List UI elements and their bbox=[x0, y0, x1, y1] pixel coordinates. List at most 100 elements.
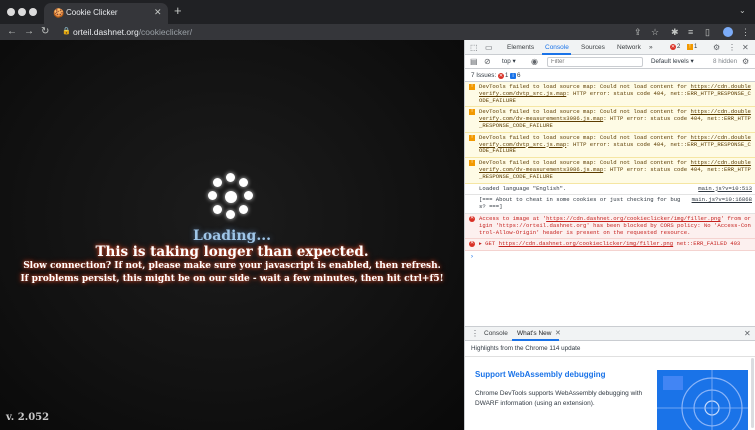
loading-cookie-icon bbox=[205, 171, 257, 223]
issues-info-count: 6 bbox=[517, 72, 521, 79]
forward-arrow-icon[interactable]: → bbox=[24, 25, 34, 39]
whats-new-description: Chrome DevTools supports WebAssembly deb… bbox=[475, 390, 643, 407]
console-messages: ! DevTools failed to load source map: Co… bbox=[465, 82, 755, 262]
console-prompt[interactable]: › bbox=[465, 251, 755, 262]
window-close-button[interactable] bbox=[7, 8, 15, 16]
profile-avatar[interactable] bbox=[723, 27, 733, 37]
log-levels-dropdown[interactable]: Default levels ▾ bbox=[651, 58, 694, 65]
error-circle-icon: ✕ bbox=[469, 241, 475, 248]
message-source-link[interactable]: main.js?v=10:16868 bbox=[692, 197, 752, 204]
lock-icon[interactable]: 🔒 bbox=[62, 27, 71, 35]
console-message-warning[interactable]: ! DevTools failed to load source map: Co… bbox=[465, 82, 755, 108]
console-filter-input[interactable] bbox=[547, 57, 643, 67]
bookmark-star-icon[interactable]: ☆ bbox=[651, 26, 659, 38]
issues-summary[interactable]: 7 Issues: ✕ 1 i6 bbox=[471, 72, 521, 79]
context-select[interactable]: top ▾ bbox=[502, 58, 516, 65]
window-minimize-button[interactable] bbox=[18, 8, 26, 16]
more-tabs-icon[interactable]: » bbox=[649, 44, 653, 51]
issues-info-icon: i bbox=[510, 73, 517, 79]
cookie-favicon-icon: 🍪 bbox=[53, 8, 65, 18]
console-message-warning[interactable]: ! DevTools failed to load source map: Co… bbox=[465, 107, 755, 133]
whats-new-title-link[interactable]: Support WebAssembly debugging bbox=[475, 370, 606, 379]
hidden-messages-count: 8 hidden bbox=[713, 58, 738, 65]
reload-icon[interactable]: ↻ bbox=[41, 25, 49, 39]
tab-console[interactable]: Console bbox=[545, 44, 569, 51]
context-value: top bbox=[502, 58, 511, 65]
slow-loading-line-2: Slow connection? If not, please make sur… bbox=[23, 261, 441, 271]
warning-triangle-icon: ! bbox=[469, 109, 475, 116]
message-source-link[interactable]: main.js?v=10:513 bbox=[698, 185, 752, 193]
tab-network[interactable]: Network bbox=[617, 44, 641, 51]
console-message-log[interactable]: Loaded language "English". main.js?v=10:… bbox=[465, 183, 755, 196]
extensions-puzzle-icon[interactable]: ✱ bbox=[671, 26, 679, 38]
issues-error-badge: ✕ 1 bbox=[497, 73, 509, 79]
kebab-menu-icon[interactable]: ⋮ bbox=[741, 26, 750, 38]
clear-console-icon[interactable]: ⊘ bbox=[484, 57, 491, 67]
message-text: ▸ GET bbox=[479, 240, 499, 248]
window-zoom-button[interactable] bbox=[29, 8, 37, 16]
devtools-tab-bar: ⬚ ▭ Elements Console Sources Network » ✕… bbox=[465, 40, 755, 55]
console-message-error[interactable]: ✕ ▸ GET https://cdn.dashnet.org/cookiecl… bbox=[465, 239, 755, 252]
cookie-clicker-page: Loading... This is taking longer than ex… bbox=[0, 40, 464, 430]
error-count-badge[interactable]: ✕ 2 bbox=[670, 44, 680, 50]
issues-error-icon: ✕ bbox=[497, 73, 504, 79]
sidebar-toggle-icon[interactable]: ▤ bbox=[470, 57, 478, 67]
error-count: 2 bbox=[677, 44, 681, 50]
whats-new-highlights: Highlights from the Chrome 114 update bbox=[471, 345, 581, 352]
issues-error-count: 1 bbox=[504, 73, 509, 79]
tab-sources[interactable]: Sources bbox=[581, 44, 605, 51]
url-path: /cookieclicker/ bbox=[138, 27, 193, 37]
side-panel-icon[interactable]: ▯ bbox=[705, 26, 710, 38]
url-host: orteil.dashnet.org bbox=[73, 27, 139, 37]
console-message-warning[interactable]: ! DevTools failed to load source map: Co… bbox=[465, 132, 755, 159]
drawer-tab-whats-new[interactable]: What's New bbox=[517, 330, 551, 337]
warning-count-badge[interactable]: ! 1 bbox=[687, 44, 697, 50]
tab-search-chevron-icon[interactable]: ⌄ bbox=[739, 6, 746, 15]
drawer-tab-close-icon[interactable]: ✕ bbox=[555, 329, 561, 339]
settings-gear-icon[interactable]: ⚙ bbox=[713, 43, 720, 53]
device-toolbar-icon[interactable]: ▭ bbox=[485, 43, 493, 53]
new-tab-plus-icon[interactable]: + bbox=[174, 4, 182, 18]
resource-link[interactable]: https://cdn.dashnet.org/cookieclicker/im… bbox=[499, 240, 674, 247]
console-message-warning[interactable]: ! DevTools failed to load source map: Co… bbox=[465, 158, 755, 184]
drawer-active-indicator bbox=[512, 339, 559, 341]
log-levels-label: Default levels bbox=[651, 58, 689, 65]
console-message-log[interactable]: [=== About to cheat in some cookies or j… bbox=[465, 195, 755, 214]
browser-tab-bar: 🍪 Cookie Clicker ✕ + ⌄ bbox=[0, 0, 755, 24]
console-message-error[interactable]: ✕ Access to image at 'https://cdn.dashne… bbox=[465, 213, 755, 240]
tab-elements[interactable]: Elements bbox=[507, 44, 534, 51]
back-arrow-icon[interactable]: ← bbox=[7, 25, 17, 39]
slow-loading-line-3: If problems persist, this might be on ou… bbox=[20, 274, 444, 284]
address-bar[interactable]: orteil.dashnet.org/cookieclicker/ bbox=[73, 27, 192, 37]
browser-tab[interactable]: 🍪 Cookie Clicker ✕ bbox=[44, 3, 168, 24]
issues-label: 7 Issues: bbox=[471, 72, 497, 79]
drawer-tab-bar: ⋮ Console What's New ✕ ✕ bbox=[465, 326, 755, 341]
drawer-tab-console[interactable]: Console bbox=[484, 330, 508, 337]
tab-close-icon[interactable]: ✕ bbox=[154, 7, 162, 18]
warning-icon: ! bbox=[687, 44, 693, 50]
divider bbox=[465, 356, 755, 357]
reading-list-icon[interactable]: ≡ bbox=[688, 26, 693, 38]
loading-label: Loading... bbox=[193, 228, 271, 244]
slow-loading-headline: This is taking longer than expected. bbox=[95, 244, 369, 260]
drawer-close-icon[interactable]: ✕ bbox=[744, 329, 751, 339]
warning-triangle-icon: ! bbox=[469, 134, 475, 141]
devtools-menu-icon[interactable]: ⋮ bbox=[728, 43, 736, 53]
error-circle-icon: ✕ bbox=[469, 215, 475, 222]
inspect-element-icon[interactable]: ⬚ bbox=[470, 43, 478, 53]
devtools-close-icon[interactable]: ✕ bbox=[742, 43, 749, 53]
console-settings-gear-icon[interactable]: ⚙ bbox=[742, 57, 749, 67]
error-icon: ✕ bbox=[670, 44, 676, 50]
issues-bar[interactable]: 7 Issues: ✕ 1 i6 bbox=[465, 69, 755, 82]
drawer-menu-icon[interactable]: ⋮ bbox=[471, 329, 479, 339]
live-expression-eye-icon[interactable]: ◉ bbox=[531, 57, 538, 67]
share-icon[interactable]: ⇪ bbox=[634, 26, 642, 38]
whats-new-scrollbar[interactable] bbox=[751, 358, 754, 428]
console-filter-bar: ▤ ⊘ top ▾ ◉ Default levels ▾ 8 hidden ⚙ bbox=[465, 55, 755, 69]
warning-triangle-icon: ! bbox=[469, 84, 475, 90]
tab-title: Cookie Clicker bbox=[66, 8, 118, 17]
whats-new-illustration[interactable] bbox=[657, 370, 748, 430]
warning-count: 1 bbox=[694, 44, 698, 50]
message-text: net::ERR_FAILED 403 bbox=[673, 240, 741, 248]
slow-loading-message: This is taking longer than expected. Slo… bbox=[0, 244, 464, 286]
